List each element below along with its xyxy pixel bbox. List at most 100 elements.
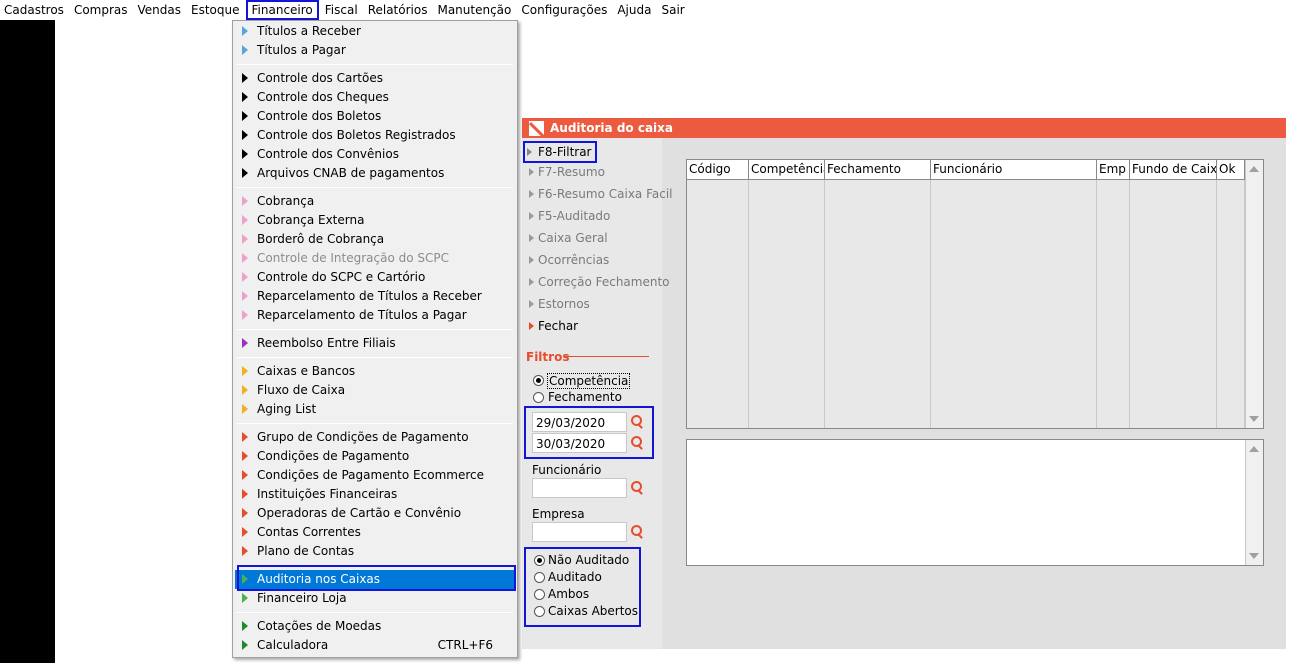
menu-item-label: Reparcelamento de Títulos a Pagar [257, 308, 467, 322]
action-f7-resumo[interactable]: F7-Resumo [527, 164, 657, 182]
scroll-down-icon[interactable] [1249, 553, 1259, 559]
menu-item-label: Condições de Pagamento Ecommerce [257, 468, 484, 482]
menu-item-label: Arquivos CNAB de pagamentos [257, 166, 445, 180]
scroll-up-icon[interactable] [1249, 446, 1259, 452]
radio-competencia[interactable] [533, 375, 544, 386]
menu-item-arrow-icon [242, 338, 248, 348]
menu-item-label: Fluxo de Caixa [257, 383, 346, 397]
menu-item[interactable]: Plano de Contas [235, 542, 515, 561]
menu-item-arrow-icon [242, 26, 248, 36]
menu-relatorios[interactable]: Relatórios [363, 0, 433, 20]
empresa-input[interactable] [532, 522, 627, 542]
empresa-search-icon[interactable] [628, 523, 646, 541]
action-estornos[interactable]: Estornos [527, 296, 657, 314]
menu-estoque[interactable]: Estoque [186, 0, 245, 20]
radio-competencia-label[interactable]: Competência [547, 373, 631, 389]
menu-item[interactable]: Controle dos Convênios [235, 145, 515, 164]
menu-item-label: Controle dos Convênios [257, 147, 399, 161]
menu-item[interactable]: Grupo de Condições de Pagamento [235, 428, 515, 447]
menu-item[interactable]: Controle dos Cartões [235, 69, 515, 88]
action-f6-resumo-caixa-facil[interactable]: F6-Resumo Caixa Facil [527, 186, 673, 204]
menu-item[interactable]: Operadoras de Cartão e Convênio [235, 504, 515, 523]
col-fundo-de-caixa[interactable]: Fundo de Caixa [1130, 160, 1217, 180]
menu-item[interactable]: Fluxo de Caixa [235, 381, 515, 400]
menu-item[interactable]: Títulos a Receber [235, 22, 515, 41]
menu-separator [237, 329, 513, 330]
action-label: F5-Auditado [538, 209, 611, 223]
menu-item-arrow-icon [242, 45, 248, 55]
action-fechar[interactable]: Fechar [527, 318, 657, 336]
menu-item[interactable]: Arquivos CNAB de pagamentos [235, 164, 515, 183]
menu-item[interactable]: Cobrança [235, 192, 515, 211]
menu-item[interactable]: Calculadora CTRL+F6 [235, 636, 515, 655]
scroll-down-icon[interactable] [1249, 416, 1259, 422]
menu-item[interactable]: Borderô de Cobrança [235, 230, 515, 249]
memo-scrollbar[interactable] [1245, 440, 1263, 565]
col-competencia[interactable]: Competência [749, 160, 825, 180]
empresa-label: Empresa [532, 507, 585, 521]
menu-item[interactable]: Condições de Pagamento Ecommerce [235, 466, 515, 485]
menu-financeiro[interactable]: Financeiro [245, 0, 319, 20]
action-caixa-geral[interactable]: Caixa Geral [527, 230, 657, 248]
action-f8-filtrar[interactable]: F8-Filtrar [523, 141, 597, 163]
menu-item[interactable]: Cotações de Moedas [235, 617, 515, 636]
col-fechamento[interactable]: Fechamento [825, 160, 931, 180]
action-f5-auditado[interactable]: F5-Auditado [527, 208, 657, 226]
menu-item[interactable]: Cobrança Externa [235, 211, 515, 230]
grid-scrollbar[interactable] [1245, 160, 1263, 428]
menu-item-label: Caixas e Bancos [257, 364, 356, 378]
menu-manutencao[interactable]: Manutenção [432, 0, 516, 20]
menu-item-arrow-icon [242, 366, 248, 376]
menu-item[interactable]: Controle dos Cheques [235, 88, 515, 107]
menu-item[interactable]: Controle do SCPC e Cartório [235, 268, 515, 287]
action-arrow-icon [529, 322, 534, 330]
menu-item[interactable]: Reparcelamento de Títulos a Receber [235, 287, 515, 306]
action-ocorr-ncias[interactable]: Ocorrências [527, 252, 657, 270]
radio-fechamento[interactable] [533, 392, 544, 403]
menu-item[interactable]: Reparcelamento de Títulos a Pagar [235, 306, 515, 325]
menu-item-arrow-icon [242, 196, 248, 206]
menu-separator [237, 423, 513, 424]
menu-ajuda[interactable]: Ajuda [612, 0, 656, 20]
menu-cadastros[interactable]: Cadastros [0, 0, 69, 20]
menu-item[interactable]: Condições de Pagamento [235, 447, 515, 466]
menu-item-arrow-icon [242, 73, 248, 83]
menu-item[interactable]: Controle dos Boletos Registrados [235, 126, 515, 145]
funcionario-input[interactable] [532, 478, 627, 498]
menu-compras[interactable]: Compras [69, 0, 133, 20]
menu-vendas[interactable]: Vendas [133, 0, 187, 20]
menu-item[interactable]: Financeiro Loja [235, 589, 515, 608]
menu-item-label: Controle dos Boletos [257, 109, 382, 123]
results-grid[interactable]: Código Competência Fechamento Funcionári… [686, 159, 1264, 429]
col-codigo[interactable]: Código [687, 160, 749, 180]
menu-item-label: Plano de Contas [257, 544, 355, 558]
menu-item[interactable]: Controle de Integração do SCPC [235, 249, 515, 268]
col-ok[interactable]: Ok [1217, 160, 1245, 180]
action-arrow-icon [529, 234, 534, 242]
menu-fiscal[interactable]: Fiscal [320, 0, 363, 20]
col-emp[interactable]: Emp [1097, 160, 1130, 180]
menu-item[interactable]: Títulos a Pagar [235, 41, 515, 60]
menu-item[interactable]: Reembolso Entre Filiais [235, 334, 515, 353]
selected-item-highlight [237, 565, 516, 591]
action-corre-o-fechamento[interactable]: Correção Fechamento [527, 274, 670, 292]
filters-divider [565, 356, 649, 357]
menu-item-arrow-icon [242, 432, 248, 442]
radio-fechamento-label[interactable]: Fechamento [548, 390, 622, 404]
menu-item-label: Cobrança [257, 194, 315, 208]
funcionario-search-icon[interactable] [628, 479, 646, 497]
menu-configuracoes[interactable]: Configurações [516, 0, 612, 20]
col-funcionario[interactable]: Funcionário [931, 160, 1097, 180]
scroll-up-icon[interactable] [1249, 166, 1259, 172]
menu-item[interactable]: Contas Correntes [235, 523, 515, 542]
action-label: Ocorrências [538, 253, 610, 267]
menu-item-arrow-icon [242, 92, 248, 102]
menu-item[interactable]: Caixas e Bancos [235, 362, 515, 381]
details-memo[interactable] [686, 439, 1264, 566]
menu-item[interactable]: Controle dos Boletos [235, 107, 515, 126]
action-arrow-icon [529, 168, 534, 176]
menu-item[interactable]: Instituições Financeiras [235, 485, 515, 504]
menu-item[interactable]: Aging List [235, 400, 515, 419]
menu-sair[interactable]: Sair [656, 0, 689, 20]
grid-column-body [1217, 180, 1245, 428]
